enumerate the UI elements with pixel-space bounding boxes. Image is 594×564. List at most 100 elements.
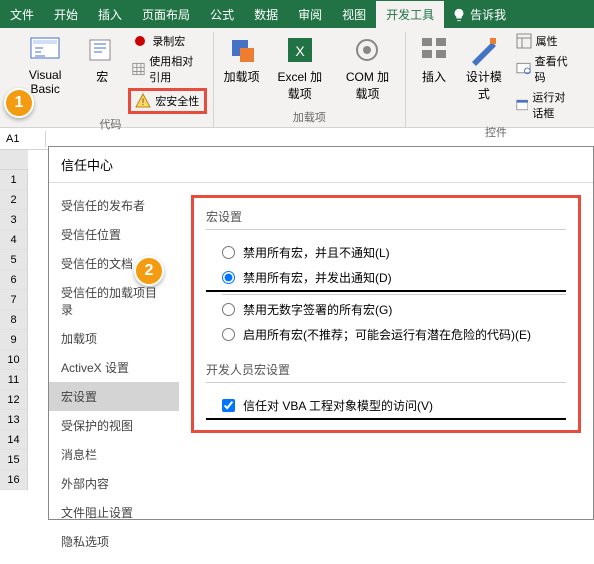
row-header[interactable]: 1 [0,170,27,190]
callout-badge-2: 2 [134,256,164,286]
tab-data[interactable]: 数据 [244,1,288,28]
row-header[interactable]: 3 [0,210,27,230]
com-label: COM 加载项 [340,68,395,102]
props-label: 属性 [536,33,558,49]
nav-external[interactable]: 外部内容 [49,469,179,498]
trust-vba-label: 信任对 VBA 工程对象模型的访问(V) [243,397,433,414]
separator [222,294,566,295]
code-icon [516,61,531,77]
code-group-label: 代码 [99,114,121,134]
tab-developer[interactable]: 开发工具 [376,1,444,28]
tab-formula[interactable]: 公式 [200,1,244,28]
controls-group-label: 控件 [485,122,507,142]
tab-review[interactable]: 审阅 [288,1,332,28]
row-header[interactable]: 5 [0,250,27,270]
macros-button[interactable]: 宏 [80,32,124,87]
row-header[interactable]: 2 [0,190,27,210]
rundialog-label: 运行对话框 [532,89,576,121]
checkbox-input[interactable] [222,399,235,412]
viewcode-label: 查看代码 [535,53,576,85]
radio-input[interactable] [222,271,235,284]
radio-input[interactable] [222,303,235,316]
tab-layout[interactable]: 页面布局 [132,1,200,28]
col-headers [0,150,28,170]
tab-insert[interactable]: 插入 [88,1,132,28]
com-addins-button[interactable]: COM 加载项 [336,32,399,104]
row-header[interactable]: 13 [0,410,27,430]
excel-addin-label: Excel 加载项 [272,68,328,102]
radio-input[interactable] [222,328,235,341]
row-header[interactable]: 8 [0,310,27,330]
nav-privacy[interactable]: 隐私选项 [49,527,179,556]
dev-macro-title: 开发人员宏设置 [206,361,566,383]
opt4-label: 启用所有宏(不推荐；可能会运行有潜在危险的代码)(E) [243,326,531,343]
row-header[interactable]: 6 [0,270,27,290]
addins-button[interactable]: 加载项 [220,32,264,87]
macro-security-button[interactable]: ! 宏安全性 [128,88,206,114]
row-headers: 1 2 3 4 5 6 7 8 9 10 11 12 13 14 15 16 [0,170,28,490]
relative-label: 使用相对引用 [149,53,202,85]
macro-settings-title: 宏设置 [206,208,566,230]
row-header[interactable]: 14 [0,430,27,450]
addins-group-label: 加载项 [293,107,326,127]
macro-opt-disable-unsigned[interactable]: 禁用无数字签署的所有宏(G) [206,297,566,322]
nav-addins[interactable]: 加载项 [49,324,179,353]
opt2-label: 禁用所有宏，并发出通知(D) [243,269,392,286]
tab-home[interactable]: 开始 [44,1,88,28]
view-code-button[interactable]: 查看代码 [512,52,580,86]
tell-me-label: 告诉我 [470,6,506,23]
addin-label: 加载项 [224,68,260,85]
opt1-label: 禁用所有宏，并且不通知(L) [243,244,390,261]
nav-activex[interactable]: ActiveX 设置 [49,353,179,382]
props-icon [516,33,532,49]
addin-icon [226,34,258,66]
row-header[interactable]: 12 [0,390,27,410]
macro-opt-disable-no-notify[interactable]: 禁用所有宏，并且不通知(L) [206,240,566,265]
trust-nav: 受信任的发布者 受信任位置 受信任的文档 受信任的加载项目录 加载项 Activ… [49,183,179,564]
row-header[interactable]: 15 [0,450,27,470]
macro-opt-enable-all[interactable]: 启用所有宏(不推荐；可能会运行有潜在危险的代码)(E) [206,322,566,347]
group-addins: 加载项 X Excel 加载项 COM 加载项 加载项 [214,32,406,127]
row-header[interactable]: 9 [0,330,27,350]
run-dialog-button[interactable]: 运行对话框 [512,88,580,122]
tab-view[interactable]: 视图 [332,1,376,28]
ribbon-tabs: 文件 开始 插入 页面布局 公式 数据 审阅 视图 开发工具 告诉我 [0,0,594,28]
relative-ref-button[interactable]: 使用相对引用 [128,52,206,86]
insert-control-button[interactable]: 插入 [412,32,456,87]
nav-catalogs[interactable]: 受信任的加载项目录 [49,278,179,324]
dialog-icon [516,97,529,113]
design-icon [468,34,500,66]
properties-button[interactable]: 属性 [512,32,580,50]
excel-addins-button[interactable]: X Excel 加载项 [268,32,332,104]
tell-me[interactable]: 告诉我 [444,1,514,28]
radio-input[interactable] [222,246,235,259]
insert-label: 插入 [422,68,446,85]
row-header[interactable]: 10 [0,350,27,370]
nav-locations[interactable]: 受信任位置 [49,220,179,249]
row-header[interactable]: 11 [0,370,27,390]
nav-macros[interactable]: 宏设置 [49,382,179,411]
nav-publishers[interactable]: 受信任的发布者 [49,191,179,220]
macro-label: 宏 [96,68,108,85]
macro-opt-disable-notify[interactable]: 禁用所有宏，并发出通知(D) [206,265,566,292]
row-header[interactable]: 4 [0,230,27,250]
record-macro-button[interactable]: 录制宏 [128,32,206,50]
ribbon-body: Visual Basic 宏 录制宏 使用相对引用 ! 宏安全性 [0,28,594,128]
lightbulb-icon [452,8,466,22]
tab-file[interactable]: 文件 [0,1,44,28]
nav-protected[interactable]: 受保护的视图 [49,411,179,440]
row-header[interactable]: 16 [0,470,27,490]
com-icon [351,34,383,66]
design-mode-button[interactable]: 设计模式 [460,32,508,104]
row-header[interactable]: 7 [0,290,27,310]
insert-icon [418,34,450,66]
svg-text:!: ! [142,97,145,107]
nav-fileblock[interactable]: 文件阻止设置 [49,498,179,527]
trust-center-title: 信任中心 [49,147,593,182]
name-box[interactable]: A1 [0,131,46,147]
trust-vba-checkbox-row[interactable]: 信任对 VBA 工程对象模型的访问(V) [206,393,566,420]
trust-center-dialog: 信任中心 受信任的发布者 受信任位置 受信任的文档 受信任的加载项目录 加载项 … [48,146,594,520]
security-label: 宏安全性 [155,93,199,109]
nav-msgbar[interactable]: 消息栏 [49,440,179,469]
design-label: 设计模式 [464,68,504,102]
